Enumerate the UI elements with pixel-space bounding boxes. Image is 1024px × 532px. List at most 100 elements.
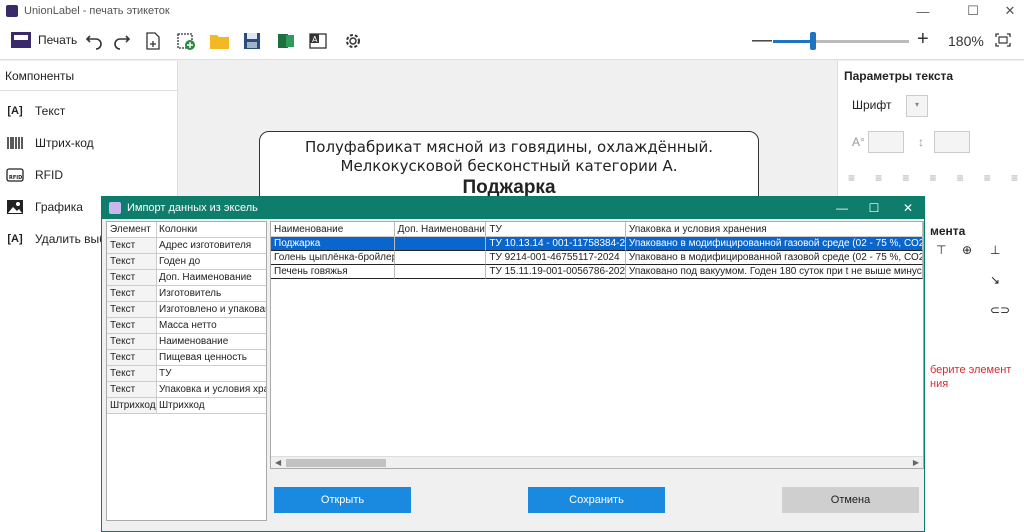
minimize-button[interactable]: — — [903, 0, 943, 22]
valign-bottom-icon[interactable]: ⊥ — [990, 243, 1000, 257]
grid-header-cell[interactable]: Доп. Наименование — [395, 222, 487, 236]
grid-cell[interactable] — [394, 237, 487, 251]
component-barcode[interactable]: Штрих-код — [0, 127, 177, 159]
mapping-row[interactable]: Текст Пищевая ценность — [107, 350, 266, 366]
grid-cell[interactable]: Голень цыплёнка-бройлера — [271, 251, 395, 265]
database-icon[interactable]: A — [309, 31, 329, 51]
barcode-icon — [5, 133, 25, 153]
cancel-button[interactable]: Отмена — [782, 487, 919, 513]
mapping-column-cell[interactable]: Наименование — [157, 334, 266, 349]
grid-cell[interactable]: ТУ 10.13.14 - 001-11758384-2020 — [486, 237, 626, 251]
mapping-column-cell[interactable]: Упаковка и условия хранения — [157, 382, 266, 397]
redo-icon[interactable] — [112, 31, 132, 51]
save-button[interactable]: Сохранить — [528, 487, 665, 513]
dialog-minimize-button[interactable]: — — [824, 197, 860, 219]
grid-cell[interactable]: ТУ 9214-001-46755117-2024 — [486, 251, 626, 265]
grid-cell[interactable]: Упаковано в модифицированной газовой сре… — [625, 237, 923, 251]
mapping-row[interactable]: Текст Доп. Наименование — [107, 270, 266, 286]
component-text[interactable]: [A] Текст — [0, 95, 177, 127]
mapping-column-cell[interactable]: Масса нетто — [157, 318, 266, 333]
grid-header-cell[interactable]: Наименование — [271, 222, 395, 236]
zoom-out-button[interactable]: — — [752, 29, 772, 52]
save-icon[interactable] — [242, 31, 262, 51]
line-spacing-dropdown[interactable] — [934, 131, 970, 153]
undo-icon[interactable] — [84, 31, 104, 51]
grid-row[interactable]: Поджарка ТУ 10.13.14 - 001-11758384-2020… — [271, 237, 923, 251]
close-button[interactable]: ✕ — [990, 0, 1024, 22]
font-dropdown[interactable]: ▾ — [906, 95, 928, 117]
grid-cell[interactable]: Упаковано в модифицированной газовой сре… — [625, 251, 923, 265]
zoom-slider-thumb[interactable] — [810, 32, 816, 50]
mapping-column-cell[interactable]: Годен до — [157, 254, 266, 269]
resize-icon[interactable]: ↘ — [990, 273, 1000, 287]
font-size-dropdown[interactable] — [868, 131, 904, 153]
svg-text:RFID: RFID — [9, 175, 22, 181]
component-label: Штрих-код — [35, 136, 94, 150]
grid-header-cell[interactable]: Упаковка и условия хранения — [626, 222, 923, 236]
zoom-value: 180% — [948, 33, 984, 49]
grid-row[interactable]: Голень цыплёнка-бройлера ТУ 9214-001-467… — [271, 251, 923, 265]
grid-cell[interactable]: Упаковано под вакуумом. Годен 180 суток … — [625, 265, 923, 279]
settings-gear-icon[interactable] — [343, 31, 363, 51]
dialog-maximize-button[interactable]: ☐ — [856, 197, 892, 219]
align-center-icon: ≡ — [875, 171, 883, 185]
mapping-row[interactable]: Штрихкод Штрихкод — [107, 398, 266, 414]
import-icon[interactable] — [176, 31, 196, 51]
mapping-row[interactable]: Текст Годен до — [107, 254, 266, 270]
mapping-element-cell: Текст — [107, 318, 157, 333]
zoom-in-button[interactable]: + — [917, 28, 929, 51]
link-icon[interactable]: ⊂⊃ — [990, 303, 1010, 317]
grid-cell[interactable]: Поджарка — [271, 237, 395, 251]
valign-middle-icon[interactable]: ⊕ — [962, 243, 972, 257]
excel-data-grid[interactable]: Наименование Доп. Наименование ТУ Упаков… — [270, 221, 924, 469]
mapping-row[interactable]: Текст Адрес изготовителя — [107, 238, 266, 254]
new-file-icon[interactable] — [143, 31, 163, 51]
import-dialog: Импорт данных из эксель — ☐ ✕ Элемент Ко… — [101, 196, 925, 532]
mapping-column-cell[interactable]: Доп. Наименование — [157, 270, 266, 285]
grid-cell[interactable] — [394, 251, 487, 265]
grid-cell[interactable]: ТУ 15.11.19-001-0056786-2023 — [486, 265, 626, 279]
mapping-row[interactable]: Текст Масса нетто — [107, 318, 266, 334]
mapping-row[interactable]: Текст Изготовлено и упаковано — [107, 302, 266, 318]
scroll-left-icon[interactable]: ◀ — [275, 458, 281, 467]
grid-row[interactable]: Печень говяжья ТУ 15.11.19-001-0056786-2… — [271, 265, 923, 279]
align-middle-icon: ≡ — [983, 171, 991, 185]
mapping-header: Элемент Колонки — [107, 222, 266, 238]
mapping-column-cell[interactable]: Штрихкод — [157, 398, 266, 413]
mapping-header-columns[interactable]: Колонки — [157, 222, 266, 237]
dialog-title: Импорт данных из эксель — [127, 202, 258, 214]
mapping-column-cell[interactable]: Пищевая ценность — [157, 350, 266, 365]
scrollbar-thumb[interactable] — [286, 459, 386, 467]
mapping-element-cell: Текст — [107, 254, 157, 269]
valign-top-icon[interactable]: ⊤ — [936, 243, 946, 257]
mapping-column-cell[interactable]: Изготовитель — [157, 286, 266, 301]
zoom-slider[interactable] — [773, 40, 909, 43]
fit-to-window-icon[interactable] — [995, 33, 1011, 50]
mapping-element-cell: Текст — [107, 286, 157, 301]
component-rfid[interactable]: RFID RFID — [0, 159, 177, 191]
open-button[interactable]: Открыть — [274, 487, 411, 513]
excel-icon[interactable] — [276, 31, 296, 51]
grid-header-cell[interactable]: ТУ — [486, 222, 626, 236]
grid-cell[interactable] — [394, 265, 487, 279]
mapping-row[interactable]: ТекстУпаковка и условия хранения — [107, 382, 266, 398]
mapping-column-cell[interactable]: Адрес изготовителя — [157, 238, 266, 253]
print-label: Печать — [38, 33, 78, 47]
mapping-header-element[interactable]: Элемент — [107, 222, 157, 237]
maximize-button[interactable]: ☐ — [953, 0, 993, 22]
grid-horizontal-scrollbar[interactable]: ◀ ▶ — [271, 456, 923, 468]
grid-cell[interactable]: Печень говяжья — [271, 265, 395, 279]
dialog-close-button[interactable]: ✕ — [890, 197, 926, 219]
mapping-row[interactable]: Текст Наименование — [107, 334, 266, 350]
print-button[interactable]: Печать — [10, 30, 77, 50]
folder-icon[interactable] — [209, 31, 229, 51]
mapping-column-cell[interactable]: ТУ — [157, 366, 266, 381]
align-right-icon: ≡ — [902, 171, 910, 185]
mapping-row[interactable]: Текст Изготовитель — [107, 286, 266, 302]
text-align-group[interactable]: ≡ ≡ ≡ ≡ ≡ ≡ ≡ — [848, 171, 1018, 185]
mapping-row[interactable]: Текст ТУ — [107, 366, 266, 382]
dialog-icon — [109, 202, 121, 214]
mapping-column-cell[interactable]: Изготовлено и упаковано — [157, 302, 266, 317]
mapping-table: Элемент Колонки Текст Адрес изготовителя … — [106, 221, 267, 521]
scroll-right-icon[interactable]: ▶ — [913, 458, 919, 467]
